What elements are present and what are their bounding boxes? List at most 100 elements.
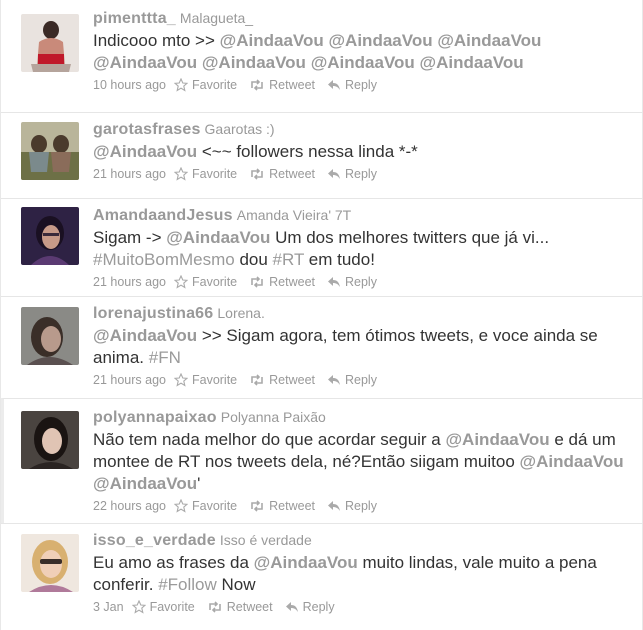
username-link[interactable]: isso_e_verdade [93, 532, 216, 549]
timestamp-link[interactable]: 21 hours ago [93, 273, 166, 291]
favorite-button[interactable]: Favorite [173, 76, 238, 94]
retweet-label: Retweet [269, 499, 315, 513]
display-name: Amanda Vieira' 7T [236, 207, 352, 223]
tweet-item[interactable]: polyannapaixao Polyanna Paixão Não tem na… [1, 398, 643, 523]
mention-link[interactable]: @AindaaVou [437, 31, 541, 50]
favorite-label: Favorite [191, 167, 238, 181]
hashtag-link[interactable]: #Follow [158, 575, 217, 594]
tweet-actions: 21 hours ago Favorite Retweet Reply [93, 165, 630, 183]
tweet-text-segment: Sigam -> [93, 228, 167, 247]
retweet-icon [251, 374, 263, 386]
tweet-text-segment: ' [197, 474, 201, 493]
tweet-actions: 21 hours ago Favorite Retweet Reply [93, 371, 630, 389]
display-name: Malagueta_ [179, 10, 254, 26]
tweet-text: Não tem nada melhor do que acordar segui… [93, 429, 630, 495]
avatar[interactable] [21, 307, 79, 365]
reply-icon [328, 169, 340, 179]
mention-link[interactable]: @AindaaVou [328, 31, 432, 50]
mention-link[interactable]: @AindaaVou [202, 53, 306, 72]
mention-link[interactable]: @AindaaVou [93, 53, 197, 72]
reply-button[interactable]: Reply [285, 598, 335, 616]
reply-button[interactable]: Reply [327, 165, 377, 183]
tweet-text: @AindaaVou <~~ followers nessa linda *-* [93, 141, 630, 163]
favorite-button[interactable]: Favorite [173, 497, 238, 515]
mention-link[interactable]: @AindaaVou [445, 430, 549, 449]
tweet-text-segment: <~~ followers nessa linda *-* [197, 142, 418, 161]
tweet-text-segment: Eu amo as frases da [93, 553, 254, 572]
avatar[interactable] [21, 411, 79, 469]
mention-link[interactable]: @AindaaVou [311, 53, 415, 72]
tweet-text: Sigam -> @AindaaVou Um dos melhores twit… [93, 227, 630, 271]
favorite-label: Favorite [191, 78, 238, 92]
reply-icon [328, 375, 340, 385]
tweet-header: isso_e_verdade Isso é verdade [93, 530, 630, 551]
tweet-item[interactable]: AmandaandJesus Amanda Vieira' 7T Sigam ->… [1, 198, 643, 296]
tweet-item[interactable]: pimenttta_ Malagueta_ Indicooo mto >> @Ai… [1, 0, 643, 112]
username-link[interactable]: lorenajustina66 [93, 305, 213, 322]
avatar[interactable] [21, 14, 79, 72]
tweet-item[interactable]: garotasfrases Gaarotas :) @AindaaVou <~~ … [1, 112, 643, 198]
hashtag-link[interactable]: #RT [273, 250, 305, 269]
reply-label: Reply [345, 167, 377, 181]
tweet-header: garotasfrases Gaarotas :) [93, 119, 630, 140]
timestamp-link[interactable]: 3 Jan [93, 598, 124, 616]
timestamp-link[interactable]: 21 hours ago [93, 371, 166, 389]
mention-link[interactable]: @AindaaVou [93, 474, 197, 493]
username-link[interactable]: polyannapaixao [93, 409, 217, 426]
tweet-header: polyannapaixao Polyanna Paixão [93, 407, 630, 428]
retweet-label: Retweet [269, 373, 315, 387]
display-name: Isso é verdade [219, 532, 312, 548]
tweet-item[interactable]: isso_e_verdade Isso é verdade Eu amo as f… [1, 523, 643, 630]
retweet-button[interactable]: Retweet [249, 165, 315, 183]
favorite-button[interactable]: Favorite [131, 598, 195, 616]
avatar[interactable] [21, 534, 79, 592]
reply-icon [285, 602, 298, 612]
mention-link[interactable]: @AindaaVou [93, 142, 197, 161]
favorite-button[interactable]: Favorite [173, 273, 238, 291]
timestamp-link[interactable]: 21 hours ago [93, 165, 166, 183]
display-name: Gaarotas :) [204, 121, 275, 137]
mention-link[interactable]: @AindaaVou [166, 228, 270, 247]
timestamp-link[interactable]: 22 hours ago [93, 497, 166, 515]
reply-icon [328, 501, 340, 511]
tweet-timeline: pimenttta_ Malagueta_ Indicooo mto >> @Ai… [0, 0, 643, 630]
avatar[interactable] [21, 122, 79, 180]
favorite-label: Favorite [149, 600, 195, 614]
hashtag-link[interactable]: #FN [149, 348, 181, 367]
reply-button[interactable]: Reply [327, 497, 377, 515]
reply-icon [328, 277, 340, 287]
username-link[interactable]: garotasfrases [93, 121, 201, 138]
mention-link[interactable]: @AindaaVou [93, 326, 197, 345]
tweet-text-segment: Um dos melhores twitters que já vi... [270, 228, 550, 247]
username-link[interactable]: pimenttta_ [93, 10, 176, 27]
reply-label: Reply [345, 78, 377, 92]
hashtag-link[interactable]: #MuitoBomMesmo [93, 250, 235, 269]
mention-link[interactable]: @AindaaVou [520, 452, 624, 471]
favorite-button[interactable]: Favorite [173, 165, 238, 183]
retweet-button[interactable]: Retweet [249, 76, 315, 94]
mention-link[interactable]: @AindaaVou [420, 53, 524, 72]
tweet-text: Indicooo mto >> @AindaaVou @AindaaVou @A… [93, 30, 630, 74]
favorite-button[interactable]: Favorite [173, 371, 237, 389]
favorite-label: Favorite [191, 499, 238, 513]
timestamp-link[interactable]: 10 hours ago [93, 76, 166, 94]
tweet-text-segment: Now [216, 575, 256, 594]
username-link[interactable]: AmandaandJesus [93, 207, 233, 224]
mention-link[interactable]: @AindaaVou [254, 553, 358, 572]
star-icon [173, 275, 188, 289]
retweet-button[interactable]: Retweet [249, 273, 315, 291]
reply-button[interactable]: Reply [327, 273, 377, 291]
retweet-icon [251, 168, 263, 180]
retweet-button[interactable]: Retweet [249, 371, 315, 389]
reply-label: Reply [345, 499, 377, 513]
retweet-button[interactable]: Retweet [207, 598, 273, 616]
retweet-button[interactable]: Retweet [249, 497, 315, 515]
tweet-actions: 21 hours ago Favorite Retweet Reply [93, 273, 630, 291]
mention-link[interactable]: @AindaaVou [220, 31, 324, 50]
tweet-item[interactable]: lorenajustina66 Lorena. @AindaaVou >> Sig… [1, 296, 643, 398]
reply-button[interactable]: Reply [327, 371, 377, 389]
display-name: Lorena. [217, 305, 265, 321]
reply-button[interactable]: Reply [327, 76, 377, 94]
favorite-label: Favorite [191, 275, 238, 289]
avatar[interactable] [21, 207, 79, 265]
